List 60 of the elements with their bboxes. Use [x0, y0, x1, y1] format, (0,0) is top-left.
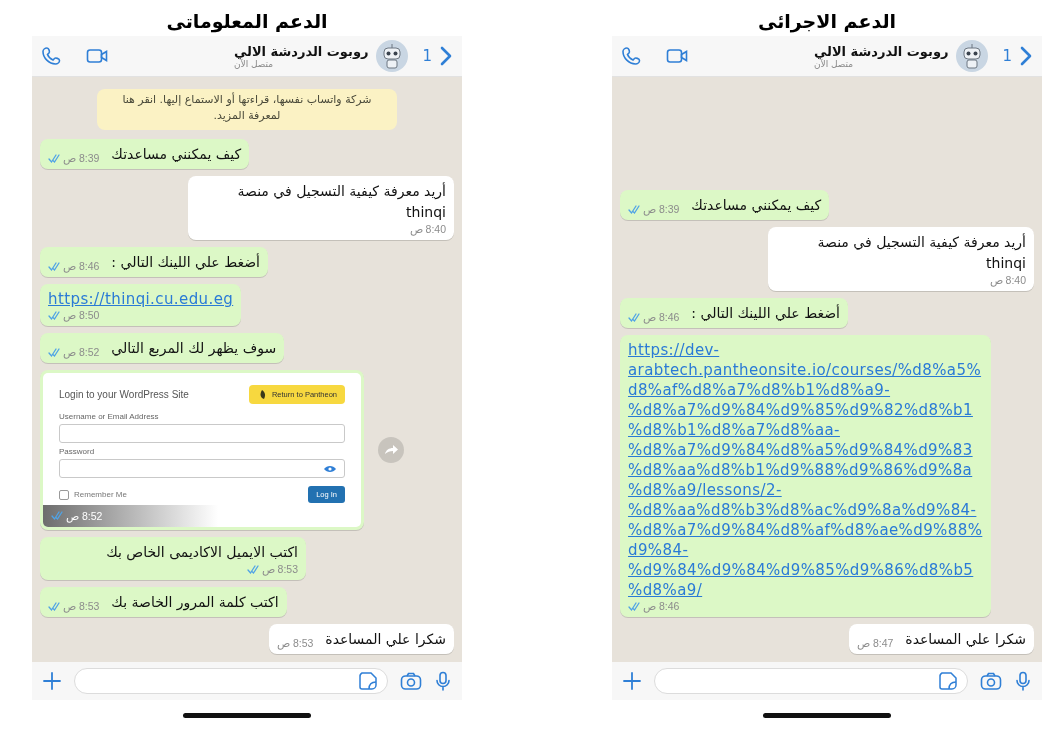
message-text: سوف يظهر لك المربع التالي [111, 339, 277, 359]
eye-icon[interactable] [323, 464, 337, 474]
message-time: 8:53 ص [261, 563, 298, 575]
message-text: كيف يمكنني مساعدتك [111, 145, 242, 164]
message-text: أريد معرفة كيفية التسجيل في منصة thinqi [236, 181, 446, 222]
contact-name: روبوت الدردشة الالي [233, 43, 369, 59]
link[interactable]: https://thinqi.cu.edu.eg [48, 289, 234, 309]
link[interactable]: https://dev-arabtech.pantheonsite.io/courses/%d8%a5%d8%af%d8%a7%d8%b1%d8%a9-%d8%a7%d9%84%d9%85%d9%82%d8%b1%d8%b1%d8%a7%d8%aa-%d8%a7%d9%84%d8%a5%d9%84%d9%83%d8%aa%d8%b1%d9%88%d9%86%d9%8a%d8%a9/lessons/2-%d8%aa%d8%b3%d8%ac%d9%8a%d9%84-%d8%a7%d9%84%d8%af%d8%ae%d9%88%d9%84-%d9%84%d9%84%d9%85%d9%86%d8%b5%d8%a9/ [628, 340, 983, 600]
message-text: أضغط علي اللينك التالي : [111, 252, 260, 272]
field-label: Password [59, 447, 96, 456]
encryption-notice: شركة واتساب نفسها، قراءتها أو الاستماع إليها. انقر هنا لمعرفة المزيد. [97, 89, 397, 130]
checkbox-label: Remember Me [74, 490, 127, 499]
message-input-field[interactable] [654, 668, 968, 694]
message-text: شكرا علي المساعدة [325, 630, 446, 650]
message-time: 8:46 ص [643, 600, 680, 612]
message-time: 8:50 ص [63, 309, 100, 321]
message-time: 8:47 ص [856, 637, 894, 649]
robot-avatar-icon [376, 40, 409, 72]
contact-name: روبوت الدردشة الالي [813, 43, 949, 59]
contact-status: متصل الآن [233, 58, 274, 69]
camera-icon[interactable] [980, 671, 1002, 691]
login-title: Login to your WordPress Site [59, 389, 189, 400]
message-time: 8:52 ص [66, 509, 103, 522]
plus-icon[interactable] [42, 671, 62, 691]
robot-avatar-icon [956, 40, 989, 72]
message-text: اكتب كلمة المرور الخاصة بك [111, 593, 279, 613]
sticker-icon[interactable] [358, 671, 378, 691]
camera-icon[interactable] [400, 671, 422, 691]
message-time: 8:40 ص [989, 274, 1026, 286]
contact-status: متصل الآن [813, 58, 854, 69]
message-time: 8:46 ص [63, 260, 100, 272]
message-time: 8:52 ص [63, 346, 100, 358]
message-time: 8:39 ص [63, 152, 100, 164]
password-field[interactable] [59, 459, 345, 478]
back-button[interactable]: 1 [1002, 46, 1032, 66]
field-label: Username or Email Address [59, 412, 160, 421]
plus-icon[interactable] [622, 671, 642, 691]
username-field[interactable] [59, 424, 345, 443]
message-time: 8:53 ص [63, 600, 100, 612]
video-call-icon[interactable] [86, 46, 108, 66]
message-time: 8:39 ص [643, 203, 680, 215]
message-text: كيف يمكنني مساعدتك [691, 196, 822, 215]
sticker-icon[interactable] [938, 671, 958, 691]
message-text: اكتب الايميل الاكاديمى الخاص بك [106, 543, 298, 563]
message-time: 8:53 ص [276, 637, 314, 649]
chevron-icon [1020, 46, 1032, 66]
message-text: أريد معرفة كيفية التسجيل في منصة thinqi [816, 232, 1026, 273]
panel-caption: الدعم المعلوماتى [166, 10, 328, 32]
back-button[interactable]: 1 [422, 46, 452, 66]
message-text: شكرا علي المساعدة [905, 630, 1026, 650]
message-input-field[interactable] [74, 668, 388, 694]
message-text: أضغط علي اللينك التالي : [691, 303, 840, 323]
message-time: 8:40 ص [409, 223, 446, 235]
chevron-icon [440, 46, 452, 66]
message-time: 8:46 ص [643, 311, 680, 323]
microphone-icon[interactable] [1014, 671, 1032, 691]
checkbox[interactable] [59, 489, 69, 500]
video-call-icon[interactable] [666, 46, 688, 66]
panel-caption: الدعم الاجرائى [757, 10, 897, 32]
microphone-icon[interactable] [434, 671, 452, 691]
